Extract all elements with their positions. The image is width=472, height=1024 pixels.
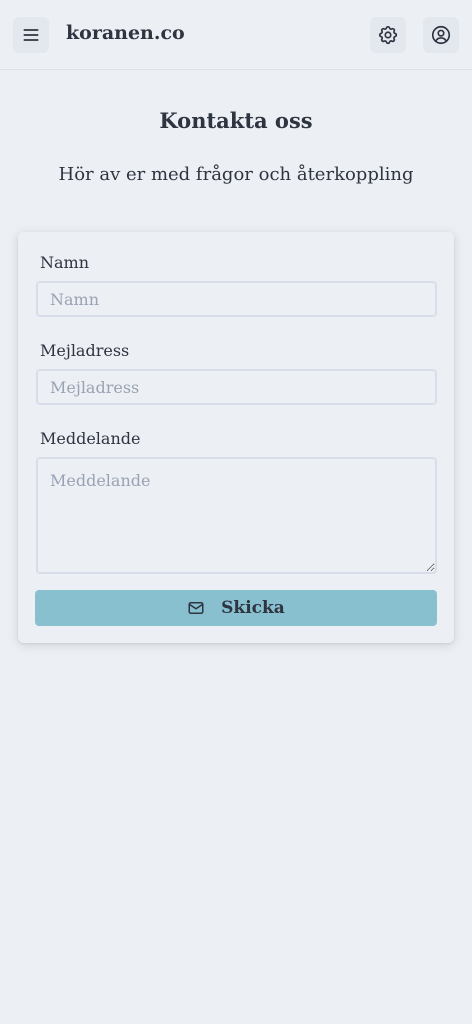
message-textarea[interactable] — [36, 457, 437, 574]
name-label: Namn — [40, 253, 90, 272]
submit-button-label: Skicka — [221, 598, 285, 618]
submit-button[interactable]: Skicka — [35, 590, 437, 626]
gear-icon — [378, 25, 398, 45]
hamburger-menu-icon — [23, 29, 39, 41]
account-button[interactable] — [423, 17, 459, 53]
user-circle-icon — [431, 25, 451, 45]
brand-logo-text[interactable]: koranen.co — [66, 22, 185, 44]
contact-form: Namn Mejladress Meddelande Skicka — [18, 232, 454, 643]
email-label: Mejladress — [40, 341, 130, 360]
settings-button[interactable] — [370, 17, 406, 53]
email-input[interactable] — [36, 369, 437, 405]
menu-button[interactable] — [13, 17, 49, 53]
page-subtitle: Hör av er med frågor och återkoppling — [58, 164, 414, 185]
mail-icon — [188, 602, 204, 614]
message-label: Meddelande — [40, 429, 141, 448]
name-input[interactable] — [36, 281, 437, 317]
app-header: koranen.co — [0, 0, 472, 70]
page-title: Kontakta oss — [159, 108, 313, 133]
